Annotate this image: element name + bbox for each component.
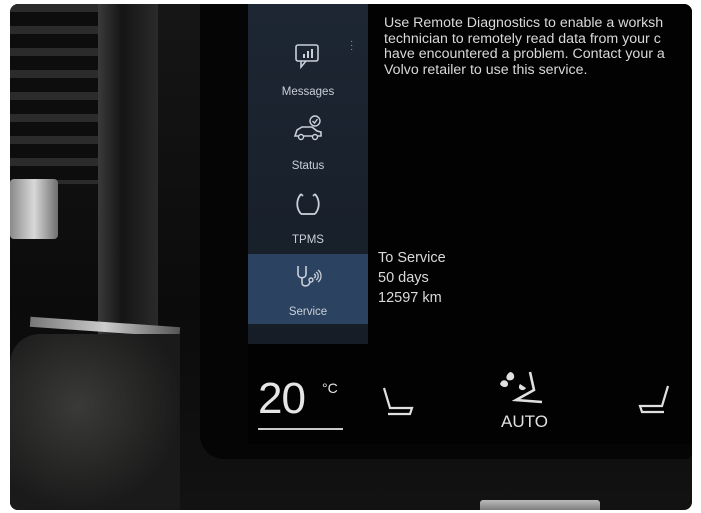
infotainment-screen: · · · Messages Status TPMS Service Use R…: [248, 4, 692, 444]
service-days: 50 days: [378, 270, 429, 286]
sidebar-item-service[interactable]: Service: [248, 254, 368, 324]
car-status-icon: [293, 115, 322, 141]
temperature-bar: [258, 428, 343, 430]
vent-knob: [10, 179, 58, 239]
service-title: To Service: [378, 250, 446, 266]
message-line: Volvo retailer to use this service.: [384, 61, 588, 78]
vent-frame: [98, 4, 158, 344]
service-distance: 12597 km: [378, 290, 442, 306]
sidebar-item-tpms[interactable]: TPMS: [248, 182, 368, 252]
sidebar-item-messages[interactable]: Messages: [248, 34, 368, 104]
photo-frame: · · · Messages Status TPMS Service Use R…: [10, 4, 692, 510]
sidebar-item-label: TPMS: [292, 234, 324, 246]
message-line: have encountered a problem. Contact your…: [384, 46, 665, 62]
hazard-button[interactable]: [480, 500, 600, 510]
climate-bar: 20 °C AUTO: [248, 354, 692, 444]
tire-pressure-icon: [296, 193, 320, 215]
sidebar: · · · Messages Status TPMS Service: [248, 4, 368, 344]
fan-mode-label: AUTO: [501, 412, 548, 431]
service-info: To Service 50 days 12597 km: [378, 248, 446, 308]
fan-auto-icon[interactable]: [496, 368, 546, 412]
sidebar-item-label: Messages: [281, 86, 335, 98]
temperature-value[interactable]: 20: [258, 374, 306, 424]
remote-diagnostics-message: Use Remote Diagnostics to enable a works…: [384, 16, 692, 116]
air-vent: [10, 4, 105, 184]
sidebar-item-label: Status: [291, 160, 325, 172]
seat-heat-left-icon[interactable]: [378, 382, 418, 422]
message-line: technician to remotely read data from yo…: [384, 30, 661, 47]
sidebar-item-status[interactable]: Status: [248, 108, 368, 178]
temperature-unit: °C: [322, 380, 338, 396]
message-line: Use Remote Diagnostics to enable a works…: [384, 16, 664, 31]
messages-icon: [295, 44, 319, 70]
seat-heat-right-icon[interactable]: [634, 380, 674, 420]
sidebar-item-label: Service: [288, 306, 328, 318]
stethoscope-icon: [297, 266, 322, 287]
dashboard-leather: [10, 334, 180, 510]
